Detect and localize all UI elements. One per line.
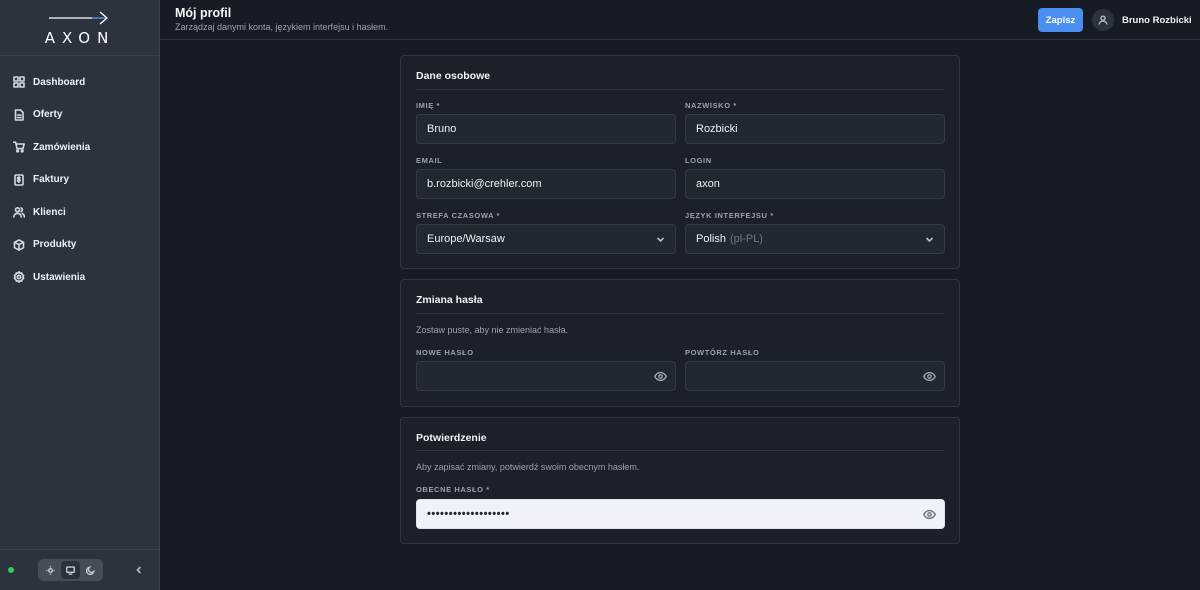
sun-icon — [45, 565, 55, 575]
eye-icon[interactable] — [923, 508, 936, 521]
card-title: Zmiana hasła — [416, 294, 483, 306]
theme-switch — [38, 559, 103, 581]
email-field[interactable] — [416, 169, 676, 199]
password-hint: Zostaw puste, aby nie zmieniać hasła. — [416, 325, 569, 335]
last-name-field[interactable] — [685, 114, 945, 144]
sidebar-item-label: Dashboard — [33, 76, 86, 88]
user-name: Bruno Rozbicki — [1122, 14, 1192, 26]
cart-icon — [13, 141, 25, 153]
users-icon — [13, 206, 25, 219]
sidebar-item-label: Produkty — [33, 239, 77, 251]
sidebar-item-oferty[interactable]: Oferty — [0, 99, 159, 132]
page-title: Mój profil — [175, 6, 232, 20]
sidebar-item-klienci[interactable]: Klienci — [0, 196, 159, 229]
chevron-down-icon — [925, 235, 934, 244]
last-name-label: NAZWISKO * — [685, 101, 737, 110]
divider — [416, 450, 944, 451]
current-password-label: OBECNE HASŁO * — [416, 485, 490, 494]
sidebar-nav: Dashboard Oferty Zamówienia Faktury Klie… — [0, 56, 159, 294]
sidebar-item-zamowienia[interactable]: Zamówienia — [0, 131, 159, 164]
chevron-down-icon — [656, 235, 665, 244]
invoice-icon — [13, 173, 25, 186]
eye-icon[interactable] — [923, 370, 936, 383]
sidebar-item-dashboard[interactable]: Dashboard — [0, 66, 159, 99]
brand-text: AXON — [44, 29, 115, 46]
sidebar-item-label: Ustawienia — [33, 271, 86, 283]
card-title: Potwierdzenie — [416, 432, 487, 444]
personal-data-card: Dane osobowe IMIĘ * NAZWISKO * EMAIL LOG… — [400, 55, 960, 269]
divider — [416, 89, 944, 90]
new-password-label: NOWE HASŁO — [416, 348, 474, 357]
email-input[interactable] — [427, 170, 675, 198]
sidebar-footer — [0, 549, 159, 590]
chevron-left-icon — [136, 566, 142, 574]
page-header: Mój profil Zarządzaj danymi konta, język… — [160, 0, 1200, 40]
confirm-hint: Aby zapisać zmiany, potwierdź swoim obec… — [416, 462, 640, 472]
collapse-sidebar-button[interactable] — [135, 566, 143, 574]
sidebar-item-faktury[interactable]: Faktury — [0, 164, 159, 197]
page-subtitle: Zarządzaj danymi konta, językiem interfe… — [175, 22, 389, 32]
current-password-field[interactable]: ••••••••••••••••••• — [416, 499, 945, 529]
sidebar: AXON Dashboard Oferty Zamówienia Faktury… — [0, 0, 160, 590]
user-icon — [1098, 15, 1108, 25]
theme-system-button[interactable] — [60, 561, 80, 579]
user-menu[interactable]: Bruno Rozbicki — [1092, 9, 1192, 31]
save-button[interactable]: Zapisz — [1038, 8, 1083, 32]
document-icon — [13, 108, 25, 121]
sidebar-item-label: Klienci — [33, 206, 66, 218]
login-input[interactable] — [696, 170, 944, 198]
monitor-icon — [66, 565, 75, 575]
language-label: JĘZYK INTERFEJSU * — [685, 211, 774, 220]
login-label: LOGIN — [685, 156, 712, 165]
sidebar-item-ustawienia[interactable]: Ustawienia — [0, 261, 159, 294]
status-indicator — [8, 567, 14, 573]
language-value: Polish — [696, 233, 726, 245]
last-name-input[interactable] — [696, 115, 944, 143]
sidebar-item-label: Oferty — [33, 109, 63, 121]
gear-icon — [13, 271, 25, 284]
sidebar-item-label: Faktury — [33, 174, 70, 186]
repeat-password-label: POWTÓRZ HASŁO — [685, 348, 760, 357]
first-name-field[interactable] — [416, 114, 676, 144]
first-name-input[interactable] — [427, 115, 675, 143]
login-field[interactable] — [685, 169, 945, 199]
timezone-select[interactable]: Europe/Warsaw — [416, 224, 676, 254]
sidebar-item-produkty[interactable]: Produkty — [0, 229, 159, 262]
timezone-label: STREFA CZASOWA * — [416, 211, 501, 220]
dashboard-icon — [13, 76, 25, 89]
divider — [416, 313, 944, 314]
confirmation-card: Potwierdzenie Aby zapisać zmiany, potwie… — [400, 417, 960, 544]
repeat-password-input[interactable] — [696, 362, 944, 390]
theme-light-button[interactable] — [41, 561, 60, 579]
first-name-label: IMIĘ * — [416, 101, 441, 110]
theme-dark-button[interactable] — [81, 561, 100, 579]
timezone-value: Europe/Warsaw — [427, 233, 505, 245]
card-title: Dane osobowe — [416, 70, 491, 82]
moon-icon — [86, 565, 96, 575]
language-select[interactable]: Polish (pl-PL) — [685, 224, 945, 254]
axon-logo[interactable]: AXON — [0, 0, 159, 56]
password-change-card: Zmiana hasła Zostaw puste, aby nie zmien… — [400, 279, 960, 407]
box-icon — [13, 238, 25, 251]
eye-icon[interactable] — [654, 370, 667, 383]
sidebar-item-label: Zamówienia — [33, 141, 91, 153]
repeat-password-field[interactable] — [685, 361, 945, 391]
current-password-input[interactable]: ••••••••••••••••••• — [427, 508, 510, 520]
language-code: (pl-PL) — [729, 233, 763, 245]
email-label: EMAIL — [416, 156, 443, 165]
new-password-input[interactable] — [427, 362, 675, 390]
avatar — [1092, 9, 1114, 31]
new-password-field[interactable] — [416, 361, 676, 391]
